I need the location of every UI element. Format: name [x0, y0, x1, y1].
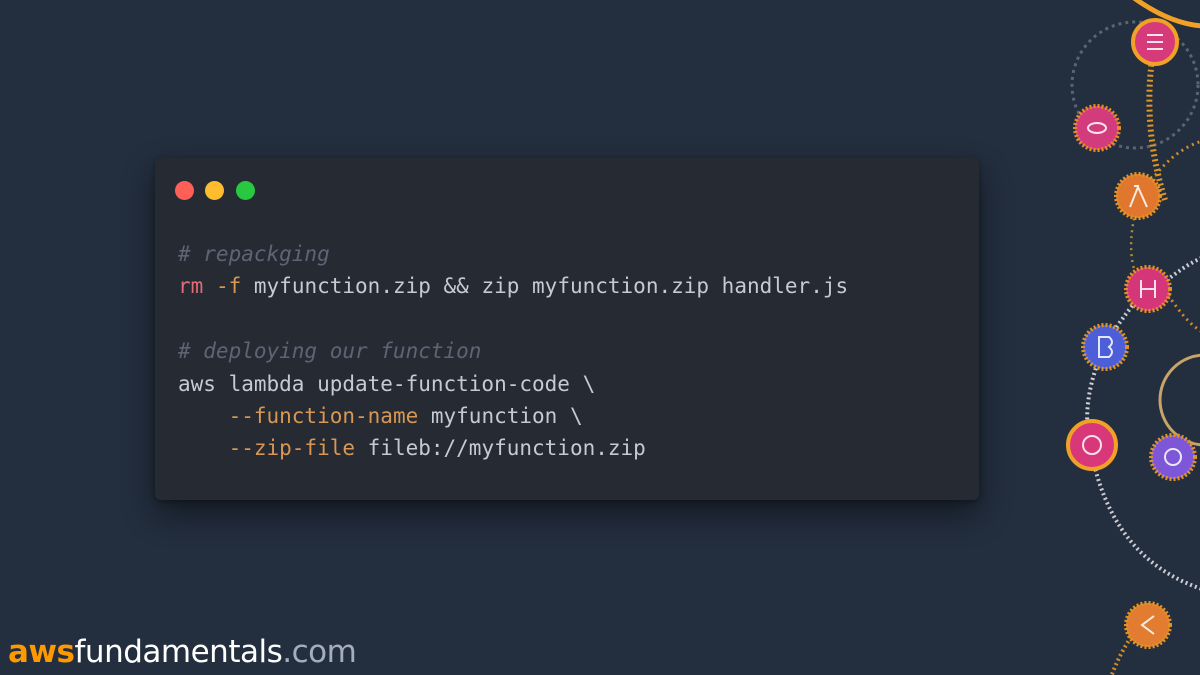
aws-service-icon — [1073, 104, 1121, 152]
brand-fundamentals-text: fundamentals — [74, 634, 283, 670]
code-token-function-name-value: myfunction \ — [418, 403, 583, 428]
close-window-dot[interactable] — [175, 181, 194, 200]
code-token-rm-rest: myfunction.zip && zip myfunction.zip han… — [241, 274, 849, 299]
maximize-window-dot[interactable] — [236, 181, 255, 200]
code-token-function-name-flag: --function-name — [228, 403, 419, 428]
brand-aws-text: aws — [8, 634, 75, 670]
code-comment-deploying: # deploying our function — [178, 339, 482, 364]
code-token-rm-flag: -f — [215, 274, 242, 299]
minimize-window-dot[interactable] — [205, 181, 224, 200]
aws-service-icon — [1081, 323, 1129, 371]
aws-service-icon — [1066, 419, 1118, 471]
brand-logo[interactable]: awsfundamentals.com — [8, 631, 357, 673]
code-comment-repackaging: # repackging — [178, 242, 330, 266]
aws-service-icon — [1149, 433, 1197, 481]
code-token-zip-file-value: fileb://myfunction.zip — [355, 436, 646, 461]
code-token-zip-file-flag: --zip-file — [228, 436, 356, 461]
graph-ring — [1158, 353, 1200, 447]
code-window: # repackging rm -f myfunction.zip && zip … — [155, 158, 979, 500]
brand-tld-text: .com — [282, 634, 357, 670]
code-token-rm: rm — [178, 274, 204, 299]
graph-path — [1163, 289, 1200, 333]
lambda-icon — [1114, 172, 1162, 220]
aws-services-graph-decoration — [1066, 0, 1200, 675]
code-line-aws-lambda: aws lambda update-function-code \ — [178, 371, 596, 396]
code-line-function-name: --function-name myfunction \ — [178, 400, 848, 432]
code-line-rm-zip: rm -f myfunction.zip && zip myfunction.z… — [178, 270, 848, 302]
code-block: # repackging rm -f myfunction.zip && zip … — [178, 238, 848, 465]
aws-service-icon — [1124, 601, 1172, 649]
code-line-zip-file: --zip-file fileb://myfunction.zip — [178, 432, 848, 464]
